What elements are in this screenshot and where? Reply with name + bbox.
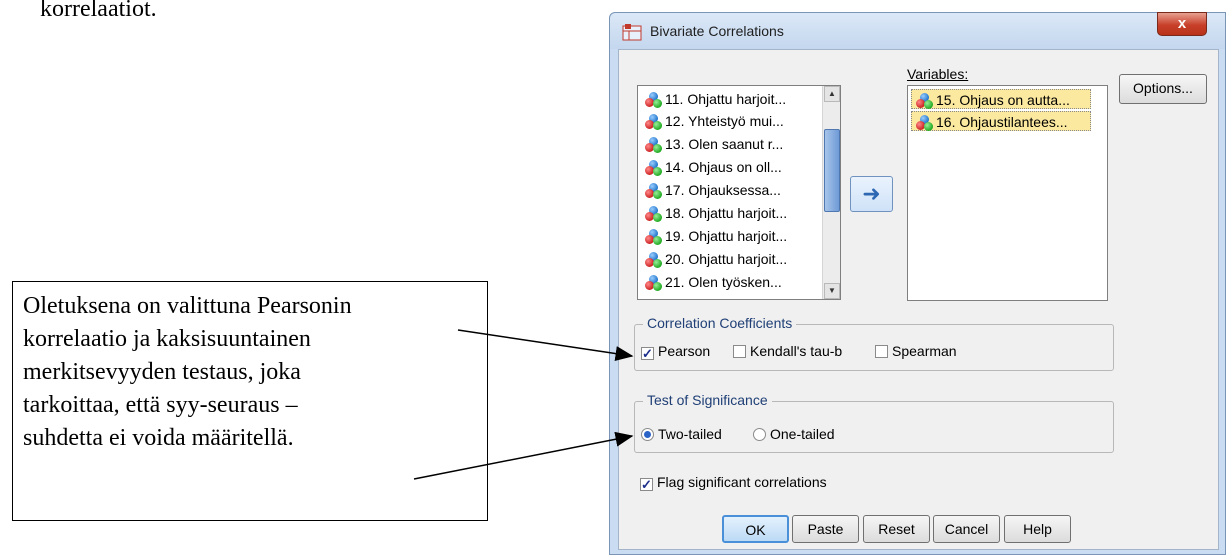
group-title: Test of Significance [643,392,772,408]
callout-line: suhdetta ei voida määritellä. [23,425,294,451]
correlation-coefficients-group: Correlation Coefficients ✓ Pearson Kendal… [634,315,1114,371]
list-item[interactable]: 12. Yhteistyö mui... [641,111,784,131]
scrollbar-thumb[interactable] [824,129,840,212]
flag-significant-checkbox[interactable]: ✓ Flag significant correlations [640,474,827,491]
bivariate-correlations-dialog: Bivariate Correlations x 11. Ohjattu har… [609,12,1226,555]
list-item[interactable]: 11. Ohjattu harjoit... [641,89,786,109]
variables-label: Variables: [907,66,969,82]
variable-icon [645,160,663,176]
variable-icon [645,275,663,291]
cancel-button[interactable]: Cancel [933,515,1000,543]
spearman-checkbox[interactable]: Spearman [875,343,957,359]
list-item[interactable]: 20. Ohjattu harjoit... [641,249,787,269]
source-variable-list[interactable]: 11. Ohjattu harjoit... 12. Yhteistyö mui… [637,85,841,300]
list-item[interactable]: 21. Olen työsken... [641,272,782,292]
variable-icon [645,183,663,199]
dialog-body: 11. Ohjattu harjoit... 12. Yhteistyö mui… [618,49,1219,550]
callout-line: Oletuksena on valittuna Pearsonin [23,293,352,319]
callout-line: korrelaatio ja kaksisuuntainen [23,326,311,352]
spss-app-icon [622,24,642,41]
list-item[interactable]: 13. Olen saanut r... [641,134,783,154]
two-tailed-radio[interactable]: Two-tailed [641,426,722,442]
list-item[interactable]: 18. Ohjattu harjoit... [641,203,787,223]
checkmark-icon: ✓ [640,477,653,492]
paste-button[interactable]: Paste [792,515,859,543]
callout-line: tarkoittaa, että syy-seuraus – [23,392,298,418]
list-item[interactable]: 19. Ohjattu harjoit... [641,226,787,246]
list-item[interactable]: 16. Ohjaustilantees... [911,111,1091,131]
close-button[interactable]: x [1157,12,1207,36]
selected-variables-list[interactable]: 15. Ohjaus on autta... 16. Ohjaustilante… [907,85,1108,301]
reset-button[interactable]: Reset [863,515,930,543]
group-title: Correlation Coefficients [643,315,797,331]
title-bar[interactable]: Bivariate Correlations x [610,12,1225,49]
checkmark-icon: ✓ [641,346,654,361]
ok-button[interactable]: OK [722,515,789,543]
kendall-checkbox[interactable]: Kendall's tau-b [733,343,842,359]
options-button[interactable]: Options... [1119,74,1207,104]
list-scrollbar[interactable]: ▲ ▼ [822,86,840,299]
list-item[interactable]: 14. Ohjaus on oll... [641,157,782,177]
move-variable-button[interactable]: ➜ [850,176,893,212]
variable-icon [645,137,663,153]
list-item[interactable]: 17. Ohjauksessa... [641,180,781,200]
pearson-checkbox[interactable]: ✓ Pearson [641,343,710,360]
callout-line: merkitsevyyden testaus, joka [23,359,301,385]
help-button[interactable]: Help [1004,515,1071,543]
scroll-down-arrow-icon[interactable]: ▼ [824,283,840,299]
variable-icon [645,206,663,222]
variable-icon [645,252,663,268]
test-of-significance-group: Test of Significance Two-tailed One-tail… [634,392,1114,453]
list-item[interactable]: 15. Ohjaus on autta... [911,89,1091,109]
variable-icon [916,93,934,109]
scroll-up-arrow-icon[interactable]: ▲ [824,86,840,102]
dialog-title: Bivariate Correlations [650,23,784,39]
document-text-top: korrelaatiot. [40,0,157,22]
annotation-callout-box: Oletuksena on valittuna Pearsonin korrel… [12,281,488,521]
arrow-left-icon: ➜ [862,181,881,206]
variable-icon [645,114,663,130]
variable-icon [645,92,663,108]
variable-icon [916,115,934,131]
variable-icon [645,229,663,245]
one-tailed-radio[interactable]: One-tailed [753,426,835,442]
